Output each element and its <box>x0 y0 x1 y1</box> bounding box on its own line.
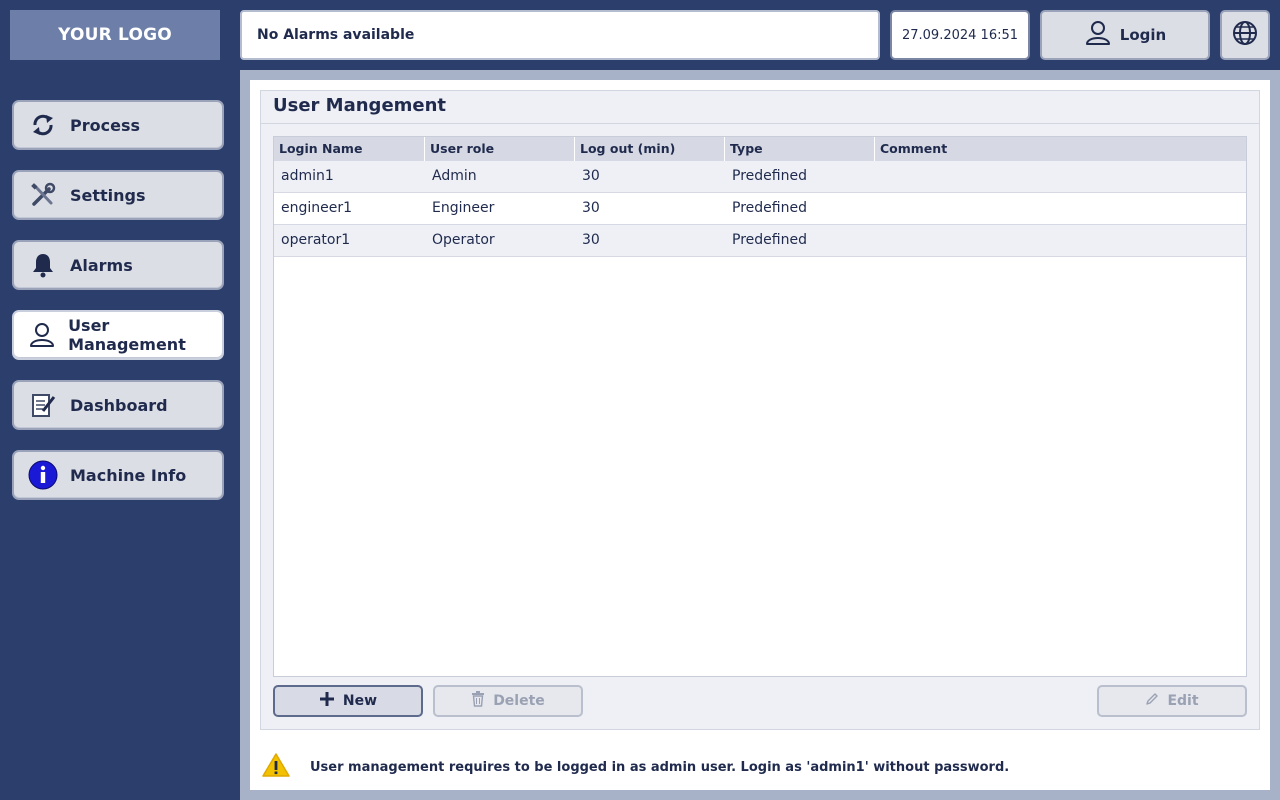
tools-icon <box>28 180 58 210</box>
clipboard-icon <box>28 390 58 420</box>
sidebar-item-label: Process <box>70 115 140 135</box>
sidebar-item-user-management[interactable]: User Management <box>12 310 224 360</box>
page-title: User Mangement <box>273 95 447 116</box>
sidebar-item-settings[interactable]: Settings <box>12 170 224 220</box>
sidebar-item-label: Machine Info <box>70 465 187 485</box>
admin-warning: User management requires to be logged in… <box>262 752 1009 782</box>
table-row[interactable]: engineer1 Engineer 30 Predefined <box>274 193 1246 225</box>
cell-login-name: engineer1 <box>281 200 353 216</box>
column-header-comment[interactable]: Comment <box>875 137 1246 161</box>
table-row[interactable]: operator1 Operator 30 Predefined <box>274 225 1246 257</box>
alarm-status-bar[interactable]: No Alarms available <box>240 10 880 60</box>
refresh-icon <box>28 110 58 140</box>
cell-login-name: admin1 <box>281 168 334 184</box>
warning-text: User management requires to be logged in… <box>310 759 1010 775</box>
cell-user-role: Engineer <box>432 200 495 216</box>
sidebar-item-dashboard[interactable]: Dashboard <box>12 380 224 430</box>
cell-logout: 30 <box>582 200 600 216</box>
cell-comment <box>875 193 1246 224</box>
cell-type: Predefined <box>732 168 807 184</box>
edit-button-label: Edit <box>1167 693 1199 709</box>
language-button[interactable] <box>1220 10 1270 60</box>
new-button-label: New <box>342 693 378 709</box>
info-icon <box>28 460 58 490</box>
cell-logout: 30 <box>582 168 600 184</box>
delete-button-label: Delete <box>493 693 545 709</box>
globe-icon <box>1231 19 1259 51</box>
login-button[interactable]: Login <box>1040 10 1210 60</box>
cell-type: Predefined <box>732 200 807 216</box>
sidebar-item-label: Alarms <box>70 255 133 275</box>
delete-user-button[interactable]: Delete <box>433 685 583 717</box>
table-row[interactable]: admin1 Admin 30 Predefined <box>274 161 1246 193</box>
sidebar-item-label: Dashboard <box>70 395 168 415</box>
sidebar-item-machine-info[interactable]: Machine Info <box>12 450 224 500</box>
cell-logout: 30 <box>582 232 600 248</box>
logo: YOUR LOGO <box>10 10 220 60</box>
column-header-type[interactable]: Type <box>725 137 875 161</box>
warning-icon <box>262 752 290 782</box>
cell-comment <box>875 161 1246 192</box>
cell-user-role: Operator <box>432 232 495 248</box>
edit-user-button[interactable]: Edit <box>1097 685 1247 717</box>
sidebar-item-process[interactable]: Process <box>12 100 224 150</box>
user-icon <box>1084 19 1112 51</box>
table-header: Login Name User role Log out (min) Type … <box>274 137 1246 161</box>
cell-comment <box>875 225 1246 256</box>
user-icon <box>28 320 56 350</box>
plus-icon <box>319 691 335 711</box>
column-header-logout[interactable]: Log out (min) <box>575 137 725 161</box>
pencil-icon <box>1145 692 1159 710</box>
column-header-login-name[interactable]: Login Name <box>274 137 425 161</box>
cell-login-name: operator1 <box>281 232 351 248</box>
trash-icon <box>471 691 485 711</box>
sidebar-item-label: User Management <box>68 316 186 354</box>
user-table: Login Name User role Log out (min) Type … <box>273 136 1247 677</box>
bell-icon <box>28 250 58 280</box>
datetime-display: 27.09.2024 16:51 <box>890 10 1030 60</box>
sidebar-item-alarms[interactable]: Alarms <box>12 240 224 290</box>
alarm-status-text: No Alarms available <box>257 27 415 43</box>
login-label: Login <box>1119 26 1167 44</box>
datetime-text: 27.09.2024 16:51 <box>901 27 1019 43</box>
cell-type: Predefined <box>732 232 807 248</box>
title-divider <box>261 123 1259 124</box>
new-user-button[interactable]: New <box>273 685 423 717</box>
sidebar-item-label: Settings <box>70 185 146 205</box>
cell-user-role: Admin <box>432 168 477 184</box>
column-header-user-role[interactable]: User role <box>425 137 575 161</box>
